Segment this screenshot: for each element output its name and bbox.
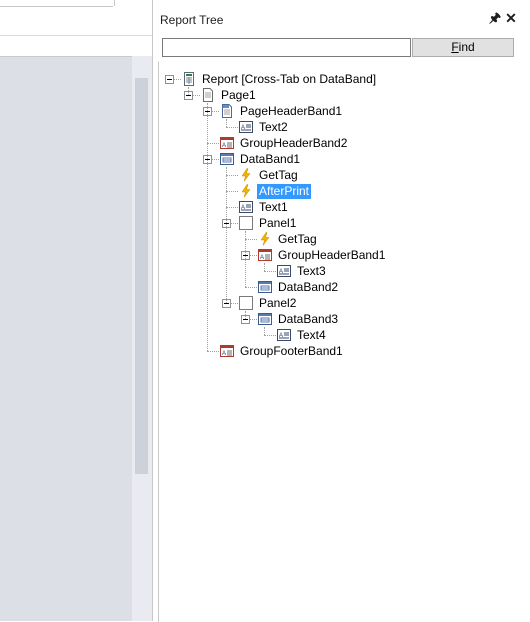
svg-text:A: A [222, 143, 226, 149]
text-icon: A [239, 200, 253, 214]
tree-node-label: AfterPrint [257, 184, 312, 199]
tree-node-label: GroupHeaderBand2 [240, 136, 348, 150]
tree-connector [226, 207, 238, 208]
panel-header: Report Tree 🖈 ✕ [153, 6, 530, 32]
tree-connector [207, 351, 219, 352]
editor-tab-area-right [114, 0, 153, 6]
find-button[interactable]: Find [412, 38, 514, 57]
tree-node-label: GetTag [259, 168, 298, 182]
find-button-label: ind [458, 40, 475, 54]
tree-node-label: GetTag [278, 232, 317, 246]
tree-connector [245, 239, 257, 240]
group-header-band-icon: A [258, 248, 272, 262]
tree-node-label: DataBand3 [278, 312, 339, 326]
panel-title: Report Tree [160, 13, 224, 27]
tree-connector [207, 143, 219, 144]
panel-icon [239, 296, 253, 310]
collapse-toggle-icon[interactable] [165, 75, 174, 84]
tree-guide-line [226, 167, 227, 303]
text-icon: A [277, 328, 291, 342]
tree-guide-line [207, 103, 208, 351]
data-band-icon [258, 280, 272, 294]
report-design-canvas[interactable] [0, 56, 132, 621]
tree-guide-line [264, 327, 265, 335]
svg-text:A: A [260, 255, 264, 261]
tree-connector [226, 191, 238, 192]
report-tree-panel: Report Tree 🖈 ✕ Find Report [Cross-Tab o… [153, 6, 530, 622]
tree-node-label: Text4 [297, 328, 326, 342]
tree-node-label: GroupFooterBand1 [240, 344, 343, 358]
canvas-scroll-thumb[interactable] [135, 78, 148, 474]
canvas-top-border [0, 56, 132, 57]
page-header-band-icon [220, 104, 234, 118]
event-icon [239, 184, 253, 198]
svg-text:A: A [222, 351, 226, 357]
tree-guide-line [245, 311, 246, 319]
tree-node-label: GroupHeaderBand1 [278, 248, 386, 262]
tree-connector [245, 287, 257, 288]
tree-node-label: Text2 [259, 120, 288, 134]
editor-tabstrip-divider [0, 35, 152, 36]
tree-node-label: Panel2 [259, 296, 297, 310]
close-icon[interactable]: ✕ [505, 11, 517, 25]
panel-icon [239, 216, 253, 230]
editor-tab-area [0, 0, 113, 7]
report-icon [182, 72, 196, 86]
event-icon [258, 232, 272, 246]
search-input[interactable] [162, 38, 411, 57]
data-band-icon [258, 312, 272, 326]
tree-guide-line [264, 263, 265, 271]
find-button-accel: F [451, 40, 459, 54]
tree-connector [264, 271, 276, 272]
tree-connector [226, 175, 238, 176]
tree-connector [264, 335, 276, 336]
tree-node-label: PageHeaderBand1 [240, 104, 343, 118]
report-tree[interactable]: Report [Cross-Tab on DataBand] Page1 PageH… [158, 61, 530, 622]
tree-node-label: Page1 [221, 88, 256, 102]
tree-guide-line [188, 87, 189, 95]
tree-node-label: DataBand2 [278, 280, 339, 294]
tree-node-label: DataBand1 [240, 152, 301, 166]
tree-connector [226, 127, 238, 128]
page-icon [201, 88, 215, 102]
tree-node-label: Text3 [297, 264, 326, 278]
tree-node-label: Text1 [259, 200, 288, 214]
tree-node-label: Panel1 [259, 216, 297, 230]
group-header-band-icon: A [220, 136, 234, 150]
pin-icon[interactable]: 🖈 [489, 11, 501, 25]
text-icon: A [239, 120, 253, 134]
data-band-icon [220, 152, 234, 166]
event-icon [239, 168, 253, 182]
group-footer-band-icon: A [220, 344, 234, 358]
text-icon: A [277, 264, 291, 278]
tree-node-label: Report [Cross-Tab on DataBand] [202, 72, 377, 86]
tree-guide-line [245, 231, 246, 287]
tree-guide-line [226, 119, 227, 127]
